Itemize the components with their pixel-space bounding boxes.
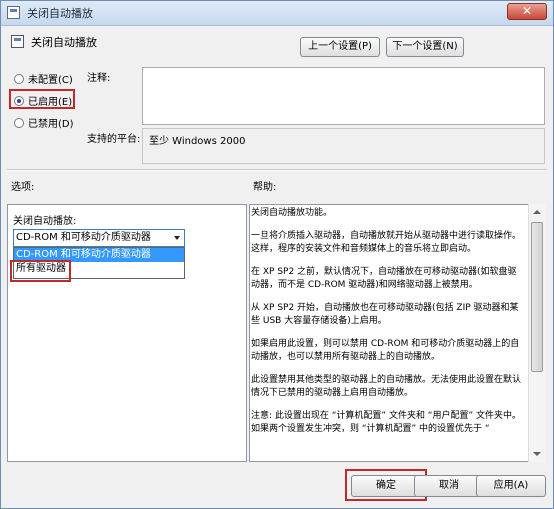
help-paragraph: 一旦将介质插入驱动器，自动播放就开始从驱动器中进行读取操作。这样，程序的安装文件… <box>251 231 522 254</box>
highlight-box-enabled <box>9 89 75 109</box>
scroll-up-icon[interactable] <box>529 204 545 220</box>
help-paragraph: 如果启用此设置，则可以禁用 CD-ROM 和可移动介质驱动器上的自动播放，也可以… <box>251 339 520 362</box>
comment-label: 注释: <box>87 73 111 84</box>
radio-not-configured[interactable]: 未配置(C) <box>14 71 73 86</box>
scroll-down-icon[interactable] <box>529 446 545 462</box>
help-paragraph: 从 XP SP2 开始，自动播放也在可移动驱动器(包括 ZIP 驱动器和某些 U… <box>251 303 519 326</box>
help-title: 帮助: <box>253 182 277 193</box>
next-setting-button[interactable]: 下一个设置(N) <box>386 37 464 57</box>
title-bar[interactable]: 关闭自动播放 ✕ <box>1 1 553 26</box>
help-paragraph: 注意: 此设置出现在 “计算机配置” 文件夹和 “用户配置” 文件夹中。如果两个… <box>251 411 521 434</box>
radio-label: 已禁用(D) <box>28 119 74 130</box>
comment-field[interactable] <box>142 67 545 125</box>
help-paragraph: 在 XP SP2 之前，默认情况下，自动播放在可移动驱动器(如软盘驱动器，而不是… <box>251 267 517 290</box>
divider <box>7 169 547 171</box>
apply-button[interactable]: 应用(A) <box>476 475 546 497</box>
dialog-window: 关闭自动播放 ✕ 关闭自动播放 上一个设置(P) 下一个设置(N) 未配置(C)… <box>0 0 554 509</box>
platform-label: 支持的平台: <box>87 134 141 145</box>
autoplay-field-label: 关闭自动播放: <box>13 216 77 227</box>
policy-icon <box>7 6 20 19</box>
radio-circle[interactable] <box>14 73 24 84</box>
close-button[interactable]: ✕ <box>507 3 547 20</box>
help-paragraph: 关闭自动播放功能。 <box>251 208 333 218</box>
setting-name: 关闭自动播放 <box>31 36 97 49</box>
cancel-button[interactable]: 取消 <box>414 475 484 497</box>
combo-value: CD-ROM 和可移动介质驱动器 <box>16 232 151 243</box>
highlight-box-all-drives <box>10 260 71 282</box>
radio-circle[interactable] <box>14 117 24 128</box>
radio-disabled[interactable]: 已禁用(D) <box>14 115 74 130</box>
prev-setting-button[interactable]: 上一个设置(P) <box>300 37 380 57</box>
chevron-down-icon[interactable] <box>174 236 180 240</box>
scroll-thumb[interactable] <box>531 222 543 372</box>
window-title: 关闭自动播放 <box>27 7 93 20</box>
setting-icon <box>11 35 24 48</box>
autoplay-combo[interactable]: CD-ROM 和可移动介质驱动器 <box>13 229 185 247</box>
options-title: 选项: <box>11 182 35 193</box>
help-scrollbar[interactable] <box>528 204 545 462</box>
radio-label: 未配置(C) <box>28 75 73 86</box>
help-paragraph: 此设置禁用其他类型的驱动器上的自动播放。无法使用此设置在默认情况下已禁用的驱动器… <box>251 375 522 398</box>
platform-value: 至少 Windows 2000 <box>142 128 545 164</box>
help-text: 关闭自动播放功能。 一旦将介质插入驱动器，自动播放就开始从驱动器中进行读取操作。… <box>251 207 521 446</box>
